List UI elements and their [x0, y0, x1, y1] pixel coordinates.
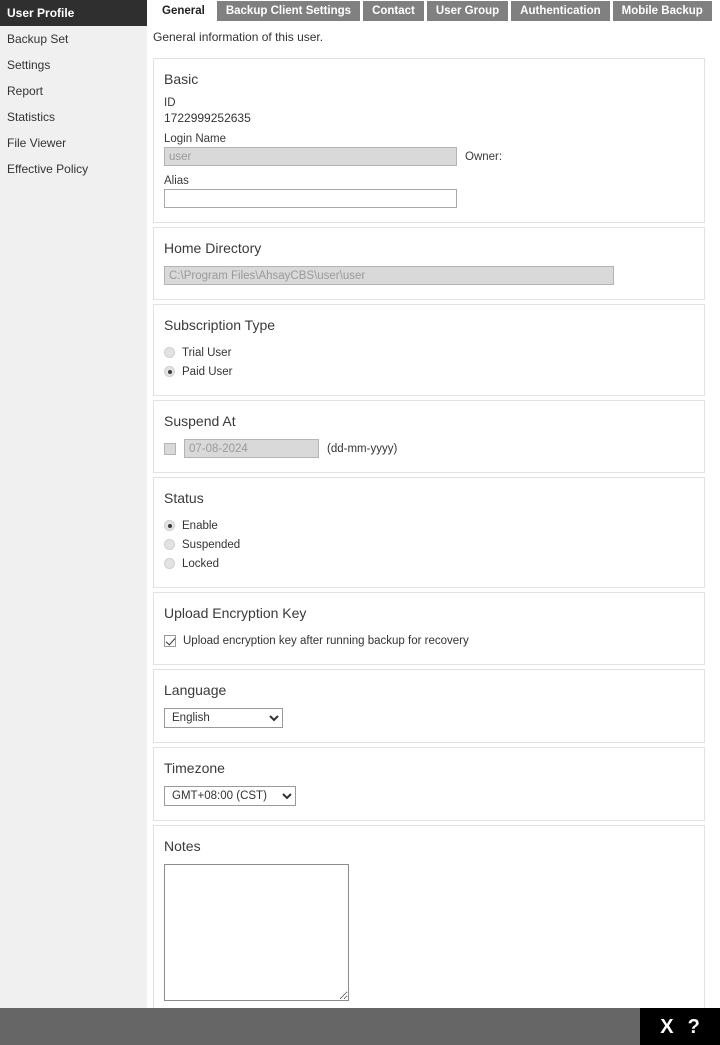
- cards-container: Basic ID 1722999252635 Login Name Owner:…: [147, 44, 720, 1016]
- radio-label: Locked: [182, 558, 219, 570]
- tab-label: Authentication: [520, 5, 601, 17]
- card-title-language: Language: [164, 682, 690, 698]
- tab-label: Contact: [372, 5, 415, 17]
- tab-general[interactable]: General: [153, 1, 214, 21]
- radio-option-paid-user[interactable]: Paid User: [164, 362, 690, 381]
- alias-label: Alias: [164, 175, 690, 187]
- sidebar: User Profile Backup Set Settings Report …: [0, 0, 147, 1008]
- sidebar-item-report[interactable]: Report: [0, 78, 147, 104]
- card-title-subscription-type: Subscription Type: [164, 317, 690, 333]
- tab-backup-client-settings[interactable]: Backup Client Settings: [217, 1, 360, 21]
- radio-label: Trial User: [182, 347, 231, 359]
- id-value: 1722999252635: [164, 111, 690, 125]
- login-name-input[interactable]: [164, 147, 457, 166]
- tab-contact[interactable]: Contact: [363, 1, 424, 21]
- sidebar-item-label: Effective Policy: [7, 162, 88, 176]
- sidebar-item-statistics[interactable]: Statistics: [0, 104, 147, 130]
- sidebar-item-user-profile[interactable]: User Profile: [0, 0, 147, 26]
- upload-encryption-key-row[interactable]: Upload encryption key after running back…: [164, 631, 690, 650]
- language-select[interactable]: English: [164, 708, 283, 728]
- suspend-at-date-input[interactable]: [184, 439, 319, 458]
- card-title-status: Status: [164, 490, 690, 506]
- id-label: ID: [164, 97, 690, 109]
- radio-option-suspended[interactable]: Suspended: [164, 535, 690, 554]
- login-name-label: Login Name: [164, 133, 690, 145]
- suspend-at-format-hint: (dd-mm-yyyy): [327, 443, 397, 455]
- sidebar-item-label: Backup Set: [7, 32, 68, 46]
- sidebar-item-label: File Viewer: [7, 136, 66, 150]
- radio-label: Enable: [182, 520, 218, 532]
- login-name-row: Owner:: [164, 147, 690, 166]
- suspend-at-row: (dd-mm-yyyy): [164, 439, 690, 458]
- footer-bar: X ?: [0, 1008, 720, 1045]
- radio-option-locked[interactable]: Locked: [164, 554, 690, 573]
- main-content: General Backup Client Settings Contact U…: [147, 0, 720, 1008]
- card-suspend-at: Suspend At (dd-mm-yyyy): [153, 400, 705, 473]
- card-status: Status Enable Suspended Locked: [153, 477, 705, 588]
- card-title-timezone: Timezone: [164, 760, 690, 776]
- tab-label: General: [162, 5, 205, 17]
- radio-icon-selected: [164, 366, 175, 377]
- tab-mobile-backup[interactable]: Mobile Backup: [613, 1, 712, 21]
- tab-label: User Group: [436, 5, 499, 17]
- card-title-basic: Basic: [164, 71, 690, 87]
- alias-input[interactable]: [164, 189, 457, 208]
- card-title-notes: Notes: [164, 838, 690, 854]
- user-profile-page: User Profile Backup Set Settings Report …: [0, 0, 720, 1008]
- tab-user-group[interactable]: User Group: [427, 1, 508, 21]
- sidebar-item-effective-policy[interactable]: Effective Policy: [0, 156, 147, 182]
- radio-icon: [164, 558, 175, 569]
- card-title-home-directory: Home Directory: [164, 240, 690, 256]
- tab-authentication[interactable]: Authentication: [511, 1, 610, 21]
- home-directory-input[interactable]: [164, 266, 614, 285]
- card-timezone: Timezone GMT+08:00 (CST): [153, 747, 705, 821]
- sidebar-item-settings[interactable]: Settings: [0, 52, 147, 78]
- help-icon[interactable]: ?: [688, 1017, 700, 1037]
- sidebar-item-label: Settings: [7, 58, 50, 72]
- owner-label: Owner:: [465, 151, 502, 163]
- footer-actions: X ?: [640, 1008, 720, 1045]
- timezone-select[interactable]: GMT+08:00 (CST): [164, 786, 296, 806]
- card-subscription-type: Subscription Type Trial User Paid User: [153, 304, 705, 396]
- sidebar-item-backup-set[interactable]: Backup Set: [0, 26, 147, 52]
- notes-textarea[interactable]: [164, 864, 349, 1001]
- page-description: General information of this user.: [147, 22, 720, 44]
- card-title-suspend-at: Suspend At: [164, 413, 690, 429]
- close-icon[interactable]: X: [660, 1017, 673, 1037]
- radio-icon: [164, 539, 175, 550]
- card-language: Language English: [153, 669, 705, 743]
- card-home-directory: Home Directory: [153, 227, 705, 300]
- radio-label: Suspended: [182, 539, 240, 551]
- sidebar-item-label: Statistics: [7, 110, 55, 124]
- radio-option-enable[interactable]: Enable: [164, 516, 690, 535]
- suspend-at-checkbox[interactable]: [164, 443, 176, 455]
- card-basic: Basic ID 1722999252635 Login Name Owner:…: [153, 58, 705, 223]
- card-upload-encryption-key: Upload Encryption Key Upload encryption …: [153, 592, 705, 665]
- card-notes: Notes: [153, 825, 705, 1016]
- radio-option-trial-user[interactable]: Trial User: [164, 343, 690, 362]
- sidebar-item-label: User Profile: [7, 6, 74, 20]
- tab-bar: General Backup Client Settings Contact U…: [147, 0, 720, 22]
- upload-encryption-key-checkbox[interactable]: [164, 635, 176, 647]
- radio-icon-selected: [164, 520, 175, 531]
- card-title-upload-encryption-key: Upload Encryption Key: [164, 605, 690, 621]
- upload-encryption-key-label: Upload encryption key after running back…: [183, 635, 469, 647]
- tab-label: Mobile Backup: [622, 5, 703, 17]
- sidebar-item-file-viewer[interactable]: File Viewer: [0, 130, 147, 156]
- radio-label: Paid User: [182, 366, 233, 378]
- radio-icon: [164, 347, 175, 358]
- sidebar-item-label: Report: [7, 84, 43, 98]
- tab-label: Backup Client Settings: [226, 5, 351, 17]
